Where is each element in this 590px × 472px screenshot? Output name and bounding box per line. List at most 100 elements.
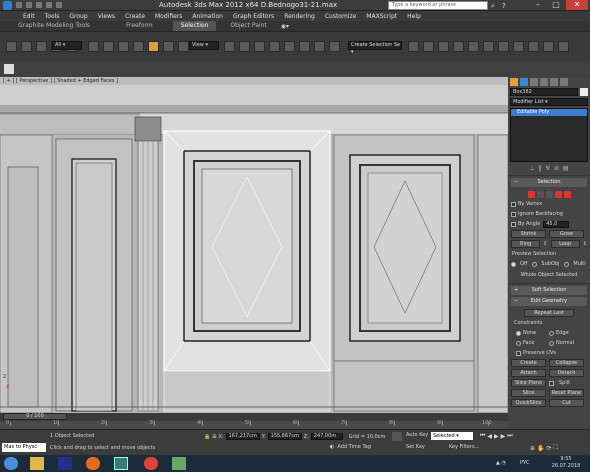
new-file-icon[interactable] (16, 2, 22, 8)
slice-plane-button[interactable]: Slice Plane (511, 379, 546, 387)
absolute-mode-icon[interactable]: ⊞ (212, 434, 216, 440)
vray-icon[interactable] (558, 41, 569, 52)
tab-object-paint[interactable]: Object Paint (222, 21, 274, 31)
previous-frame-icon[interactable]: ◀ (487, 433, 492, 440)
go-to-start-icon[interactable]: ⏮ (480, 432, 485, 440)
mirror-icon[interactable] (408, 41, 419, 52)
grow-button[interactable]: Grow (549, 230, 584, 238)
language-indicator[interactable]: РУС (520, 460, 530, 466)
detach-button[interactable]: Detach (549, 369, 584, 377)
search-icon[interactable]: ⌕ (491, 2, 495, 11)
loop-button[interactable]: Loop (550, 240, 580, 248)
tab-freeform[interactable]: Freeform (118, 21, 161, 31)
select-and-rotate-icon[interactable] (163, 41, 174, 52)
display-tab-icon[interactable] (550, 78, 558, 86)
snaps-toggle-icon[interactable] (269, 41, 280, 52)
motion-tab-icon[interactable] (540, 78, 548, 86)
play-icon[interactable]: ▶ (494, 433, 499, 440)
hierarchy-tab-icon[interactable] (530, 78, 538, 86)
ribbon-options-icon[interactable]: ◉▾ (281, 23, 289, 30)
menu-tools[interactable]: Tools (45, 13, 60, 20)
go-to-end-icon[interactable]: ⏭ (507, 432, 512, 440)
undo-icon[interactable] (46, 2, 52, 8)
open-file-icon[interactable] (26, 2, 32, 8)
explorer-taskbar-icon[interactable] (30, 457, 44, 470)
modifier-list-dropdown[interactable]: Modifier List ▾ (510, 98, 588, 106)
menu-customize[interactable]: Customize (325, 13, 357, 20)
border-mode-icon[interactable] (545, 190, 553, 198)
link-icon[interactable] (36, 41, 47, 52)
auto-key-button[interactable]: Auto Key (406, 432, 428, 438)
schematic-view-icon[interactable] (483, 41, 494, 52)
maxscript-listener[interactable]: Max to Physc (2, 443, 46, 452)
create-tab-icon[interactable] (510, 78, 518, 86)
utility-taskbar-icon[interactable] (172, 457, 186, 470)
utilities-tab-icon[interactable] (560, 78, 568, 86)
menu-create[interactable]: Create (125, 13, 145, 20)
redo-toolbar-icon[interactable] (21, 41, 32, 52)
maximize-viewport-icon[interactable]: ⛶ (554, 444, 558, 452)
redo-icon[interactable] (56, 2, 62, 8)
tab-graphite-modeling-tools[interactable]: Graphite Modeling Tools (10, 21, 98, 31)
object-color-swatch[interactable] (580, 88, 588, 96)
stack-item-editable-poly[interactable]: Editable Poly (511, 109, 587, 116)
track-bar[interactable]: 0 10 20 30 40 50 60 70 80 90 100 (0, 420, 508, 429)
timeline[interactable]: 0 / 100 0 10 20 30 40 50 60 70 80 90 100 (0, 413, 508, 429)
show-end-result-icon[interactable]: ‖ (539, 165, 542, 172)
selection-filter-dropdown[interactable]: All ▾ (52, 41, 82, 50)
angle-snap-icon[interactable] (284, 41, 295, 52)
selected-keys-dropdown[interactable]: Selected ▾ (431, 432, 473, 440)
make-unique-icon[interactable]: ∀ (546, 165, 550, 172)
chrome-taskbar-icon[interactable] (144, 457, 158, 470)
start-button[interactable] (4, 457, 18, 470)
perspective-viewport[interactable]: [ + ] [ Perspective ] [ Shaded + Edged F… (0, 77, 508, 413)
curve-editor-icon[interactable] (468, 41, 479, 52)
render-production-icon[interactable] (543, 41, 554, 52)
object-name-field[interactable]: Box382 (510, 88, 578, 96)
repeat-last-button[interactable]: Repeat Last (524, 309, 574, 317)
constraint-face-radio[interactable] (516, 340, 521, 346)
close-button[interactable]: ✕ (566, 0, 588, 10)
lock-selection-icon[interactable]: 🔒 (204, 434, 210, 440)
split-checkbox[interactable] (549, 380, 554, 386)
menu-rendering[interactable]: Rendering (284, 13, 315, 20)
rendered-frame-window-icon[interactable] (528, 41, 539, 52)
x-coordinate-field[interactable]: 167,217cm (225, 433, 260, 440)
minimize-button[interactable]: – (530, 0, 546, 10)
spinner-snap-icon[interactable] (314, 41, 325, 52)
select-by-name-icon[interactable] (103, 41, 114, 52)
constraint-none-radio[interactable] (516, 330, 521, 336)
modify-tab-icon[interactable] (520, 78, 528, 86)
select-object-icon[interactable] (88, 41, 99, 52)
render-setup-icon[interactable] (513, 41, 524, 52)
menu-maxscript[interactable]: MAXScript (366, 13, 397, 20)
constraint-edge-radio[interactable] (549, 330, 554, 336)
maximize-button[interactable]: □ (548, 0, 564, 10)
window-crossing-icon[interactable] (133, 41, 144, 52)
z-coordinate-field[interactable]: 247,00m (310, 433, 343, 440)
shrink-button[interactable]: Shrink (511, 230, 546, 238)
tab-selection[interactable]: Selection (172, 21, 217, 31)
rollout-selection[interactable]: Selection − (511, 178, 587, 187)
attach-button[interactable]: Attach (511, 369, 546, 377)
reset-plane-button[interactable]: Reset Plane (549, 389, 584, 397)
edge-mode-icon[interactable] (536, 190, 544, 198)
ring-button[interactable]: Ring (511, 240, 541, 248)
key-icon[interactable] (392, 432, 402, 441)
add-time-tag[interactable]: Add Time Tag (337, 444, 371, 450)
remove-modifier-icon[interactable]: ⊘ (554, 165, 559, 172)
align-icon[interactable] (423, 41, 434, 52)
quickslice-button[interactable]: QuickSlice (511, 399, 546, 407)
menu-graph-editors[interactable]: Graph Editors (233, 13, 274, 20)
element-mode-icon[interactable] (563, 190, 571, 198)
ignore-backfacing-checkbox[interactable] (511, 211, 516, 217)
loop-spinner-icon[interactable]: ⇕ (583, 241, 587, 247)
by-vertex-checkbox[interactable] (511, 201, 516, 207)
configure-sets-icon[interactable]: ▤ (563, 165, 569, 172)
preview-multi-radio[interactable] (564, 261, 570, 267)
pan-icon[interactable]: ✋ (537, 445, 544, 452)
constraint-normal-radio[interactable] (549, 340, 554, 346)
zoom-icon[interactable]: ⊕ (530, 445, 535, 452)
cut-button[interactable]: Cut (549, 399, 584, 407)
keyboard-shortcut-toggle-icon[interactable] (254, 41, 265, 52)
